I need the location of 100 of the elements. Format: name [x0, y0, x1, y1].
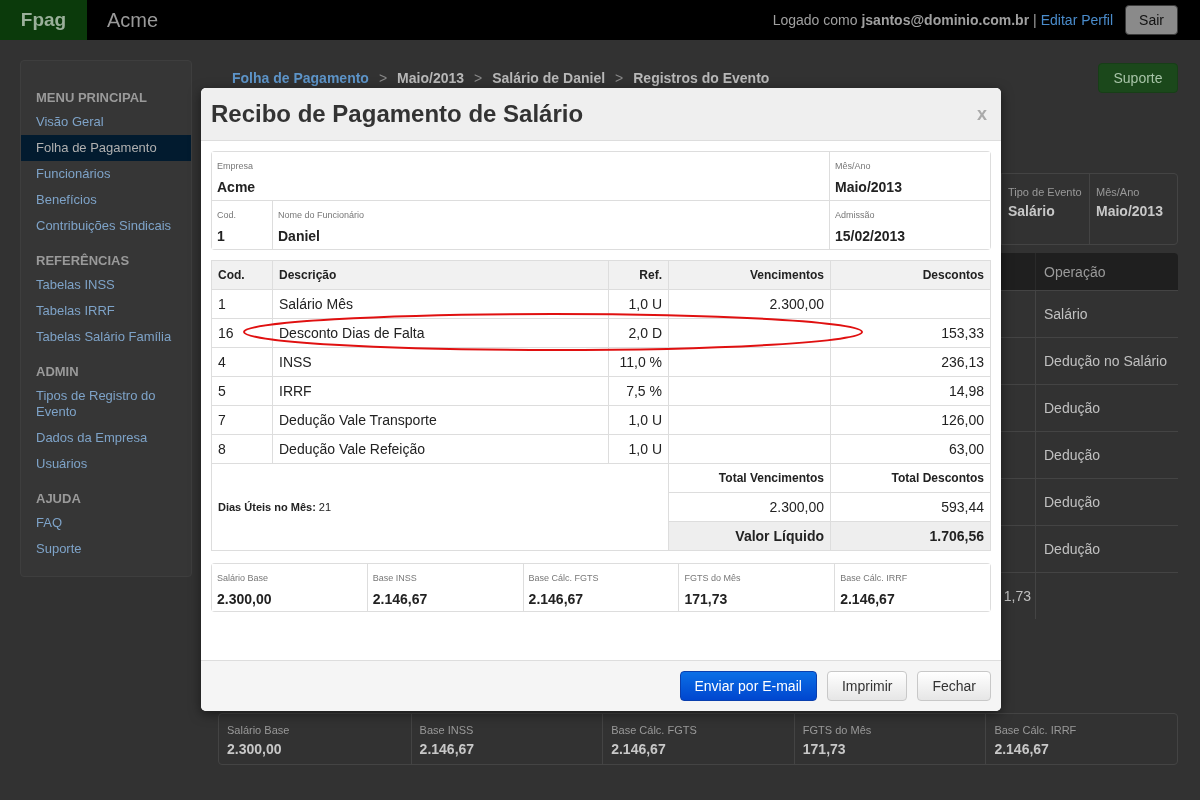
- info-text: Dias Úteis no Mês: 21: [218, 501, 332, 513]
- breadcrumb-item: Salário de Daniel: [492, 70, 606, 86]
- field-value: 15/02/2013: [835, 228, 907, 244]
- section-heading: MENU PRINCIPAL: [35, 89, 148, 107]
- field-value: 2.146,67: [528, 591, 585, 607]
- sidebar-item[interactable]: FAQ: [21, 510, 191, 536]
- field-label: FGTS do Mês: [802, 724, 873, 736]
- table-cell: 236,13: [830, 347, 990, 376]
- field-value: 1: [217, 228, 226, 244]
- sidebar-item[interactable]: Usuários: [21, 451, 191, 477]
- field-value: 2.146,67: [994, 741, 1050, 757]
- sidebar-item[interactable]: Suporte: [21, 536, 191, 562]
- table-cell: Dedução: [1035, 431, 1178, 478]
- table-cell: Dedução no Salário: [1035, 337, 1178, 384]
- field-label: Salário Base: [227, 724, 291, 736]
- field-label: Salário Base: [217, 573, 270, 583]
- login-text: Logado como jsantos@dominio.com.br: [772, 12, 1030, 28]
- field-label: FGTS do Mês: [684, 573, 742, 583]
- field-label: Base INSS: [419, 724, 475, 736]
- breadcrumb-separator: >: [474, 70, 483, 86]
- app-name: Acme: [107, 8, 159, 32]
- column-header: Vencimentos: [668, 260, 830, 289]
- field-value: Acme: [217, 179, 257, 195]
- breadcrumb-separator: >: [378, 70, 388, 86]
- field-label: Base INSS: [372, 573, 418, 583]
- send-email-button[interactable]: Enviar por E-mail: [679, 671, 817, 701]
- table-cell: 1,0 U: [608, 434, 668, 463]
- sidebar-item[interactable]: Tabelas IRRF: [21, 298, 191, 324]
- field-value: Maio/2013: [835, 179, 903, 195]
- column-header: Descrição: [272, 260, 608, 289]
- sidebar-item[interactable]: Benefícios: [21, 187, 191, 213]
- support-button[interactable]: Suporte: [1098, 63, 1178, 93]
- table-cell: Salário Mês: [272, 289, 608, 318]
- field-value: 2.300,00: [217, 591, 273, 607]
- table-cell: 126,00: [830, 405, 990, 434]
- table-cell: 2.300,00: [668, 289, 830, 318]
- sidebar-item[interactable]: Visão Geral: [21, 109, 191, 135]
- breadcrumb-separator: >: [615, 70, 624, 86]
- table-cell: 7: [211, 405, 272, 434]
- field-value: Salário: [1008, 203, 1056, 219]
- field-label: Cod.: [217, 210, 237, 220]
- table-cell: Dedução: [1035, 384, 1178, 431]
- column-header: Cod.: [211, 260, 272, 289]
- field-label: Base Cálc. FGTS: [611, 724, 698, 736]
- column-header: Operação: [1035, 253, 1178, 290]
- sidebar-item[interactable]: Folha de Pagamento: [21, 135, 191, 161]
- table-cell: 63,00: [830, 434, 990, 463]
- field-value: 171,73: [802, 741, 847, 757]
- field-value: 2.146,67: [840, 591, 896, 607]
- sidebar-item[interactable]: Funcionários: [21, 161, 191, 187]
- brand-logo[interactable]: Fpag: [0, 0, 87, 40]
- table-cell: 1,0 U: [608, 405, 668, 434]
- field-value: Daniel: [278, 228, 321, 244]
- sidebar-item[interactable]: Contribuições Sindicais: [21, 213, 191, 239]
- field-label: Admissão: [835, 210, 876, 220]
- table-cell: 14,98: [830, 376, 990, 405]
- sidebar-item[interactable]: Tabelas Salário Família: [21, 324, 191, 350]
- sidebar-item[interactable]: Tabelas INSS: [21, 272, 191, 298]
- dialog-title: Recibo de Pagamento de Salário: [211, 100, 584, 128]
- field-label: Empresa: [217, 161, 254, 171]
- table-cell: Dedução Vale Refeição: [272, 434, 608, 463]
- field-value: 2.146,67: [611, 741, 667, 757]
- logout-button[interactable]: Sair: [1125, 5, 1178, 35]
- field-value: 2.300,00: [227, 741, 283, 757]
- field-value: 171,73: [684, 591, 729, 607]
- total-value: 1.706,56: [830, 521, 990, 550]
- table-cell: 2,0 D: [608, 318, 668, 347]
- field-value: Maio/2013: [1096, 203, 1164, 219]
- profile-link[interactable]: Editar Perfil: [1040, 12, 1114, 28]
- table-cell: 11,0 %: [608, 347, 668, 376]
- breadcrumb-link[interactable]: Folha de Pagamento: [232, 70, 369, 86]
- field-label: Base Cálc. IRRF: [994, 724, 1078, 736]
- sidebar-item[interactable]: Tipos de Registro do Evento: [21, 383, 191, 425]
- field-label: Mês/Ano: [835, 161, 872, 171]
- table-cell: IRRF: [272, 376, 608, 405]
- table-cell: Salário: [1035, 290, 1178, 337]
- dialog-button[interactable]: Fechar: [917, 671, 991, 701]
- table-cell: 1,0 U: [608, 289, 668, 318]
- table-cell: 5: [211, 376, 272, 405]
- table-cell: 4: [211, 347, 272, 376]
- table-cell: Dedução Vale Transporte: [272, 405, 608, 434]
- sidebar-item[interactable]: Dados da Empresa: [21, 425, 191, 451]
- table-cell: 7,5 %: [608, 376, 668, 405]
- section-heading: ADMIN: [35, 363, 80, 381]
- table-cell: 1: [211, 289, 272, 318]
- field-label: Base Cálc. IRRF: [840, 573, 909, 583]
- table-cell: Dedução: [1035, 525, 1178, 572]
- dialog-button[interactable]: Imprimir: [826, 671, 908, 701]
- total-label: Valor Líquido: [668, 521, 830, 550]
- column-header: Total Descontos: [830, 463, 990, 492]
- column-header: Descontos: [830, 260, 990, 289]
- table-cell: Desconto Dias de Falta: [272, 318, 608, 347]
- column-header: Ref.: [608, 260, 668, 289]
- field-label: Nome do Funcionário: [278, 210, 366, 220]
- separator-text: |: [1033, 12, 1037, 28]
- table-cell: Dedução: [1035, 478, 1178, 525]
- section-heading: AJUDA: [35, 490, 82, 508]
- section-heading: REFERÊNCIAS: [35, 252, 131, 270]
- breadcrumb-item: Registros do Evento: [633, 70, 770, 86]
- field-label: Mês/Ano: [1096, 186, 1141, 198]
